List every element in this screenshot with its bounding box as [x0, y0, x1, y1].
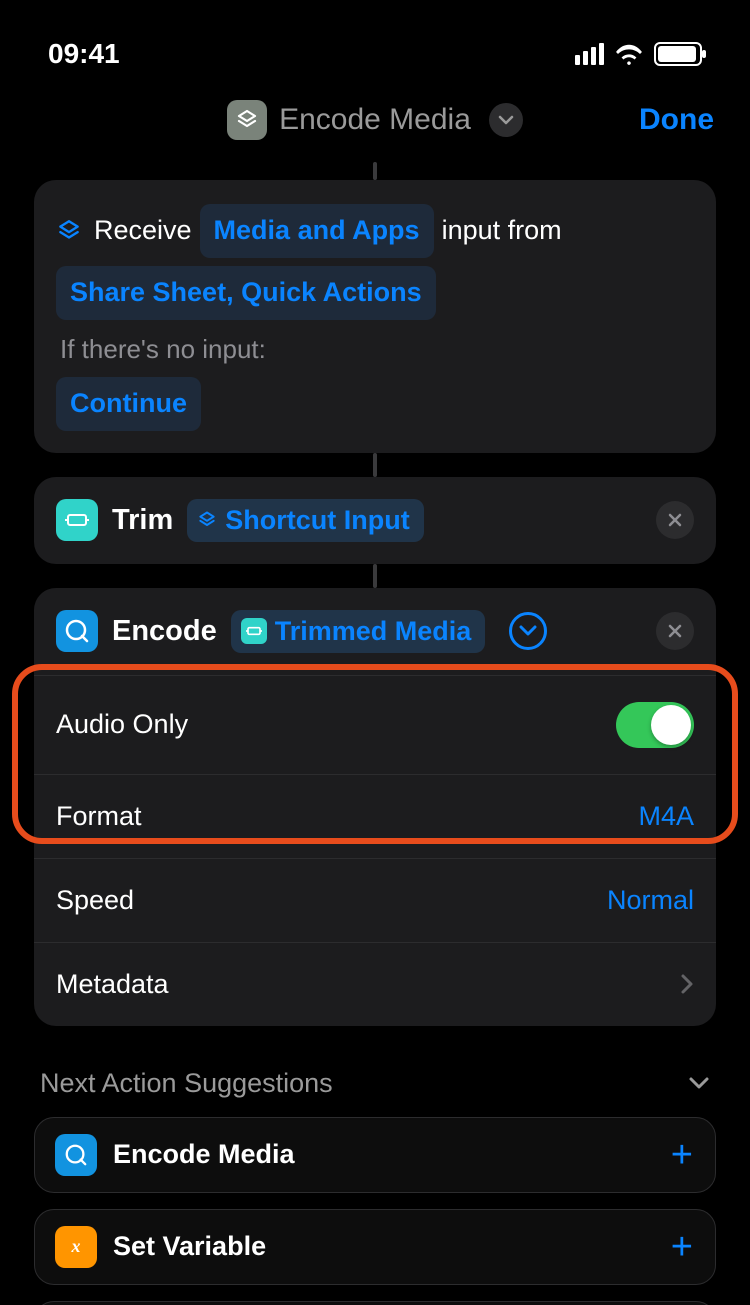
connector-line [373, 162, 377, 180]
suggestion-label: Encode Media [113, 1139, 295, 1170]
nav-title-button[interactable]: Encode Media [227, 100, 523, 140]
suggestion-label: Set Variable [113, 1231, 266, 1262]
audio-only-toggle[interactable] [616, 702, 694, 748]
chevron-right-icon [680, 973, 694, 995]
param-metadata-row[interactable]: Metadata [34, 942, 716, 1026]
suggestions-title: Next Action Suggestions [40, 1068, 333, 1099]
wifi-icon [614, 43, 644, 65]
no-input-label: If there's no input: [60, 334, 694, 365]
encode-params: Audio Only Format M4A Speed Normal Metad… [34, 675, 716, 1026]
chevron-down-icon [519, 625, 537, 637]
close-icon [667, 512, 683, 528]
format-label: Format [56, 801, 142, 832]
quicktime-icon [56, 610, 98, 652]
param-format-row[interactable]: Format M4A [34, 774, 716, 858]
no-input-behavior-chip[interactable]: Continue [56, 377, 201, 431]
trim-input-variable-chip[interactable]: Shortcut Input [187, 499, 423, 542]
delete-trim-action-button[interactable] [656, 501, 694, 539]
trim-mini-icon [241, 618, 267, 644]
status-time: 09:41 [48, 38, 120, 70]
nav-dropdown-button[interactable] [489, 103, 523, 137]
shortcuts-app-icon [227, 100, 267, 140]
nav-title-label: Encode Media [279, 103, 471, 137]
battery-icon [654, 42, 702, 66]
suggestion-encode-media[interactable]: Encode Media + [34, 1117, 716, 1193]
receive-label: Receive [94, 208, 192, 254]
trim-title: Trim [112, 504, 173, 537]
input-types-chip[interactable]: Media and Apps [200, 204, 434, 258]
param-audio-only-row: Audio Only [34, 675, 716, 774]
suggestion-set-variable[interactable]: x Set Variable + [34, 1209, 716, 1285]
collapse-params-button[interactable] [509, 612, 547, 650]
close-icon [667, 623, 683, 639]
metadata-label: Metadata [56, 969, 169, 1000]
shortcuts-icon [56, 218, 82, 244]
encode-variable-label: Trimmed Media [275, 616, 472, 647]
done-button[interactable]: Done [639, 103, 714, 137]
suggestions-header-row[interactable]: Next Action Suggestions [40, 1068, 710, 1099]
cellular-icon [575, 43, 604, 65]
encode-action-card[interactable]: Encode Trimmed Media Audio Only Format [34, 588, 716, 1026]
param-speed-row[interactable]: Speed Normal [34, 858, 716, 942]
status-bar: 09:41 [0, 0, 750, 82]
chevron-down-icon [498, 115, 514, 125]
receive-action-card[interactable]: Receive Media and Apps input from Share … [34, 180, 716, 453]
nav-bar: Encode Media Done [0, 82, 750, 162]
suggestion-make-gif[interactable]: Make GIF + [34, 1301, 716, 1305]
encode-title: Encode [112, 615, 217, 648]
quicktime-icon [55, 1134, 97, 1176]
format-value: M4A [638, 801, 694, 832]
status-right-icons [575, 42, 702, 66]
chevron-down-icon [688, 1076, 710, 1090]
connector-line [373, 453, 377, 477]
encode-input-variable-chip[interactable]: Trimmed Media [231, 610, 486, 653]
trim-variable-label: Shortcut Input [225, 505, 409, 536]
speed-label: Speed [56, 885, 134, 916]
trim-icon [56, 499, 98, 541]
variable-icon: x [55, 1226, 97, 1268]
delete-encode-action-button[interactable] [656, 612, 694, 650]
add-suggestion-button[interactable]: + [671, 1136, 693, 1174]
add-suggestion-button[interactable]: + [671, 1228, 693, 1266]
shortcuts-mini-icon [197, 510, 217, 530]
svg-text:x: x [71, 1236, 81, 1256]
input-sources-chip[interactable]: Share Sheet, Quick Actions [56, 266, 436, 320]
receive-from-label: input from [442, 208, 562, 254]
trim-action-card[interactable]: Trim Shortcut Input [34, 477, 716, 564]
connector-line [373, 564, 377, 588]
audio-only-label: Audio Only [56, 709, 188, 740]
speed-value: Normal [607, 885, 694, 916]
